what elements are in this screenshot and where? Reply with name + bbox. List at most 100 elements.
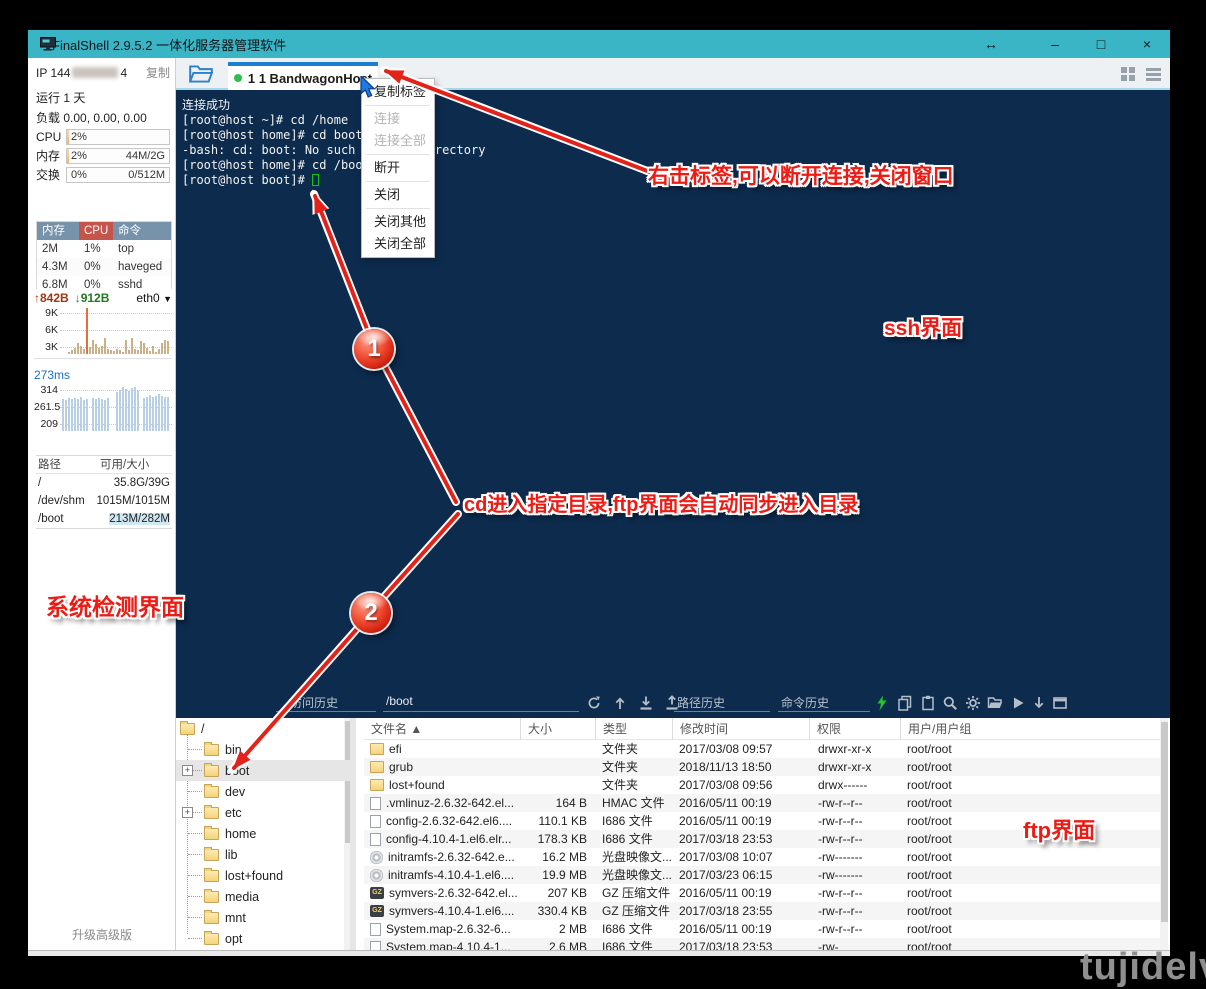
disk-table: 路径可用/大小/35.8G/39G/dev/shm1015M/1015M/boo… [36, 455, 172, 529]
download-rate: ↓912B [75, 291, 110, 305]
gear-icon[interactable] [965, 695, 981, 711]
down-icon[interactable] [1031, 695, 1047, 711]
tree-item-etc[interactable]: +etc [176, 802, 350, 823]
process-row[interactable]: 2M1%top [37, 240, 171, 258]
file-row-.vmlinuz-2.6.32-642.el...[interactable]: .vmlinuz-2.6.32-642.el...164 BHMAC 文件201… [364, 794, 1168, 812]
window-title: FinalShell 2.9.5.2 一体化服务器管理软件 [52, 35, 286, 54]
tree-item-home[interactable]: home [176, 823, 350, 844]
download-icon[interactable] [638, 695, 654, 711]
tree-item-boot[interactable]: +boot [176, 760, 350, 781]
ping-plot: 314261.5209 [34, 384, 172, 432]
tab-note: 右击标签,可以断开连接,关闭窗口 [648, 160, 954, 190]
folder-icon [370, 761, 384, 773]
file-row-grub[interactable]: grub文件夹2018/11/13 18:50drwxr-xr-xroot/ro… [364, 758, 1168, 776]
terminal-output: 连接成功[root@host ~]# cd /home[root@host ho… [182, 98, 485, 188]
tree-item-dev[interactable]: dev [176, 781, 350, 802]
ssh-note: ssh界面 [884, 312, 962, 342]
terminal-line: [root@host home]# cd /boot [182, 158, 485, 173]
command-history-field[interactable]: 命令历史 [778, 694, 870, 712]
menu-separator [366, 105, 430, 106]
file-row-initramfs-4.10.4-1.el6....[interactable]: initramfs-4.10.4-1.el6....19.9 MB光盘映像文..… [364, 866, 1168, 884]
disc-icon [370, 851, 383, 864]
file-icon [370, 941, 381, 951]
file-row-System.map-2.6.32-6...[interactable]: System.map-2.6.32-6...2 MBI686 文件2016/05… [364, 920, 1168, 938]
terminal-line: [root@host home]# cd boot [182, 128, 485, 143]
tree-item-/[interactable]: / [176, 718, 350, 739]
tree-item-opt[interactable]: opt [176, 928, 350, 949]
copy-ip-button[interactable]: 复制 [146, 64, 170, 81]
tab-bandwagonhost[interactable]: 1 1 BandwagonHost [228, 62, 378, 90]
tree-item-lib[interactable]: lib [176, 844, 350, 865]
menu-separator [366, 154, 430, 155]
interface-select[interactable]: eth0 ▼ [136, 291, 172, 305]
list-view-icon[interactable] [1145, 66, 1162, 82]
screenshot-stage: FinalShell 2.9.5.2 一体化服务器管理软件 ↔ – □ × IP… [0, 0, 1206, 989]
column-header-大小[interactable]: 大小 [520, 718, 595, 740]
path-input[interactable]: /boot [383, 694, 579, 712]
process-row[interactable]: 4.3M0%haveged [37, 258, 171, 276]
column-header-类型[interactable]: 类型 [595, 718, 672, 740]
up-icon[interactable] [612, 695, 628, 711]
ip-label: IP 144 [36, 66, 70, 80]
search-icon[interactable] [942, 695, 958, 711]
tree-item-mnt[interactable]: mnt [176, 907, 350, 928]
menu-item-关闭其他[interactable]: 关闭其他 [362, 211, 434, 233]
menu-item-连接全部[interactable]: 连接全部 [362, 130, 434, 152]
gz-icon: GZ [370, 887, 384, 899]
menu-item-断开[interactable]: 断开 [362, 157, 434, 179]
column-header-文件名[interactable]: 文件名 ▲ [364, 718, 520, 740]
terminal-cursor [312, 174, 319, 186]
file-row-efi[interactable]: efi文件夹2017/03/08 09:57drwxr-xr-xroot/roo… [364, 740, 1168, 758]
paste-icon[interactable] [920, 695, 936, 711]
disk-row[interactable]: /dev/shm1015M/1015M [36, 492, 172, 510]
file-row-initramfs-2.6.32-642.e...[interactable]: initramfs-2.6.32-642.e...16.2 MB光盘映像文...… [364, 848, 1168, 866]
meter-CPU: CPU2% [36, 128, 170, 145]
disk-row[interactable]: /boot213M/282M [36, 510, 172, 528]
file-icon [370, 833, 381, 846]
column-header-用户/用户组[interactable]: 用户/用户组 [900, 718, 1168, 740]
terminal-line: [root@host ~]# cd /home [182, 113, 485, 128]
monitor-sidebar: IP 144 4 复制 运行 1 天 负载 0.00, 0.00, 0.00 内… [28, 58, 176, 950]
disc-icon [370, 869, 383, 882]
column-header-权限[interactable]: 权限 [809, 718, 900, 740]
folder-icon [204, 870, 219, 882]
window-icon[interactable] [1052, 695, 1068, 711]
disk-table-header: 路径可用/大小 [36, 456, 172, 474]
file-row-symvers-4.10.4-1.el6....[interactable]: GZsymvers-4.10.4-1.el6....330.4 KBGZ 压缩文… [364, 902, 1168, 920]
grid-view-icon[interactable] [1120, 66, 1137, 82]
copy-icon[interactable] [897, 695, 913, 711]
lightning-icon[interactable] [874, 695, 890, 711]
tree-item-media[interactable]: media [176, 886, 350, 907]
step-badge-1: 1 [354, 329, 394, 369]
ip-row: IP 144 4 复制 [36, 64, 170, 81]
play-icon[interactable] [1010, 695, 1026, 711]
menu-item-连接[interactable]: 连接 [362, 108, 434, 130]
open-connection-folder-button[interactable] [188, 63, 214, 85]
upgrade-link[interactable]: 升级高级版 [72, 926, 132, 943]
tree-expander[interactable]: + [182, 765, 193, 776]
refresh-icon[interactable] [586, 695, 602, 711]
file-row-lost+found[interactable]: lost+found文件夹2017/03/08 09:56drwx------r… [364, 776, 1168, 794]
tree-item-lost+found[interactable]: lost+found [176, 865, 350, 886]
folder-icon [204, 912, 219, 924]
file-row-System.map-4.10.4-1...[interactable]: System.map-4.10.4-1...2.6 MBI686 文件2017/… [364, 938, 1168, 950]
connected-dot-icon [234, 74, 242, 82]
ftp-panel: /bin+bootdev+etchomeliblost+foundmediamn… [176, 718, 1170, 950]
file-row-symvers-2.6.32-642.el...[interactable]: GZsymvers-2.6.32-642.el...207 KBGZ 压缩文件2… [364, 884, 1168, 902]
tree-item-bin[interactable]: bin [176, 739, 350, 760]
disk-row[interactable]: /35.8G/39G [36, 474, 172, 492]
file-scrollbar[interactable] [1160, 718, 1168, 950]
menu-item-关闭全部[interactable]: 关闭全部 [362, 233, 434, 255]
minimize-button[interactable]: – [1032, 36, 1078, 52]
close-button[interactable]: × [1124, 36, 1170, 52]
tree-expander[interactable]: + [182, 807, 193, 818]
network-graph: ↑842B ↓912B eth0 ▼ 9K6K3K [34, 289, 172, 359]
tab-label: 1 1 BandwagonHost [248, 71, 372, 86]
resize-icon: ↔ [984, 30, 998, 58]
maximize-button[interactable]: □ [1078, 36, 1124, 52]
menu-item-关闭[interactable]: 关闭 [362, 184, 434, 206]
visit-history-field[interactable]: 访问历史 [276, 694, 376, 712]
path-history-field[interactable]: 路径历史 [674, 694, 770, 712]
folder-open-icon[interactable] [987, 695, 1003, 711]
column-header-修改时间[interactable]: 修改时间 [672, 718, 809, 740]
